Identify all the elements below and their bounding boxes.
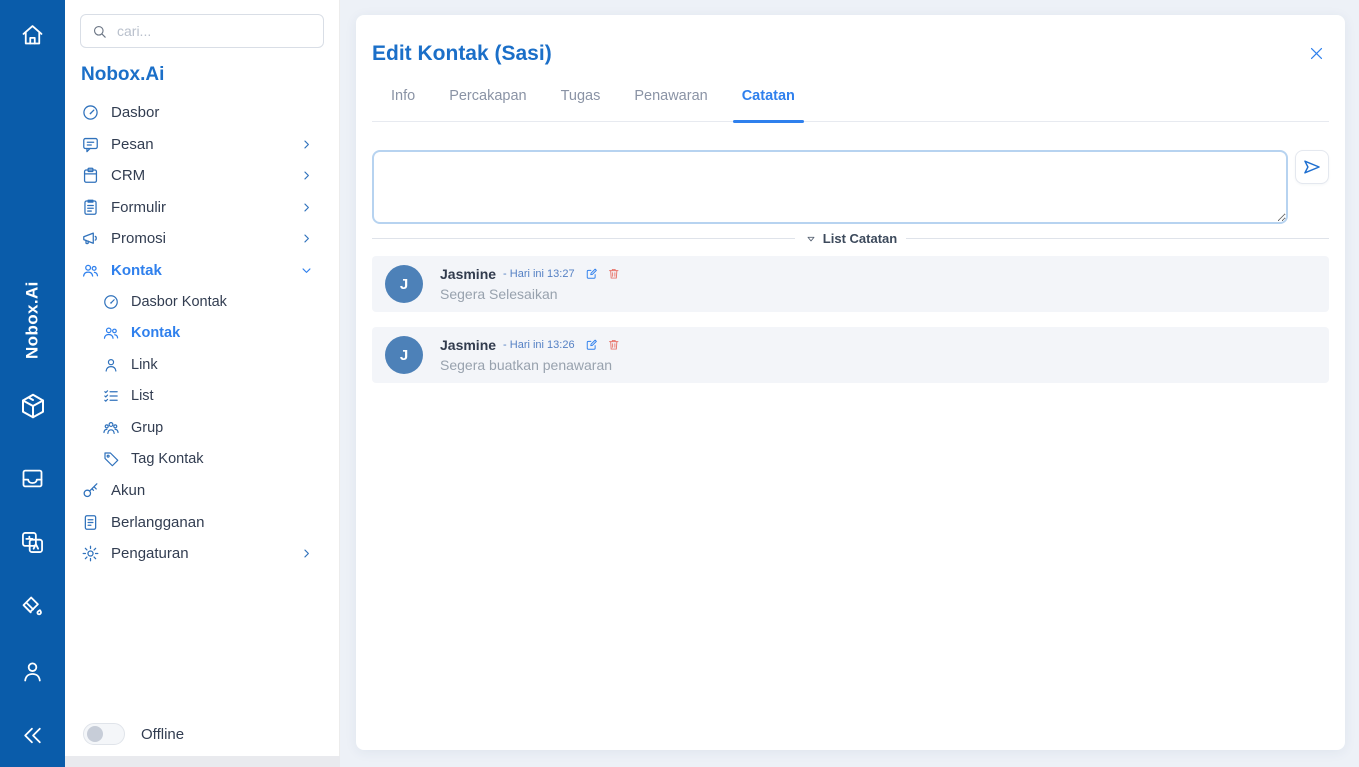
profile-icon[interactable] [0, 658, 65, 685]
tag-icon [102, 450, 120, 468]
notes-list: J Jasmine - Hari ini 13:27 Segera Selesa… [372, 256, 1329, 383]
subscription-icon [81, 513, 100, 532]
sidebar-item-kontak-sub[interactable]: Kontak [65, 318, 339, 350]
home-icon[interactable] [0, 21, 65, 48]
edit-note-icon[interactable] [585, 267, 599, 281]
key-icon [81, 481, 100, 500]
sidebar-item-link[interactable]: Link [65, 349, 339, 381]
note-text: Segera buatkan penawaran [440, 357, 630, 373]
contacts-icon [102, 324, 120, 342]
icon-rail: Nobox.Ai [0, 0, 65, 767]
sidebar-item-akun[interactable]: Akun [65, 475, 339, 507]
chevron-right-icon [299, 231, 325, 246]
edit-contact-panel: Edit Kontak (Sasi) Info Percakapan Tugas… [356, 15, 1345, 750]
search-box [80, 14, 324, 48]
crm-icon [81, 166, 100, 185]
chevron-down-icon [299, 263, 325, 278]
paint-bucket-icon[interactable] [0, 593, 65, 620]
main-area: Edit Kontak (Sasi) Info Percakapan Tugas… [340, 0, 1359, 767]
tab-bar: Info Percakapan Tugas Penawaran Catatan [372, 88, 1329, 122]
megaphone-icon [81, 229, 100, 248]
delete-note-icon[interactable] [607, 267, 621, 281]
page-title: Edit Kontak (Sasi) [372, 42, 552, 66]
note-text: Segera Selesaikan [440, 286, 630, 302]
sidebar-item-promosi[interactable]: Promosi [65, 223, 339, 255]
chevron-right-icon [299, 200, 325, 215]
note-timestamp: - Hari ini 13:26 [503, 339, 575, 351]
sidebar-item-pengaturan[interactable]: Pengaturan [65, 538, 339, 570]
message-icon [81, 135, 100, 154]
sidebar-item-formulir[interactable]: Formulir [65, 192, 339, 224]
sidebar-item-dasbor-kontak[interactable]: Dasbor Kontak [65, 286, 339, 318]
rail-logo-text: Nobox.Ai [0, 252, 65, 388]
search-input[interactable] [117, 23, 313, 39]
tab-tugas[interactable]: Tugas [544, 88, 618, 121]
sidebar: Nobox.Ai Dasbor Pesan CRM Formulir Promo… [65, 0, 340, 767]
chevron-right-icon [299, 546, 325, 561]
chevron-right-icon [299, 137, 325, 152]
note-compose-row [372, 150, 1329, 224]
close-icon[interactable] [1304, 41, 1329, 66]
sidebar-item-kontak[interactable]: Kontak [65, 255, 339, 287]
settings-icon [81, 544, 100, 563]
tab-penawaran[interactable]: Penawaran [617, 88, 724, 121]
person-icon [102, 356, 120, 374]
offline-row: Offline [83, 723, 184, 745]
chevron-right-icon [299, 168, 325, 183]
note-item: J Jasmine - Hari ini 13:26 Segera buatka… [372, 327, 1329, 383]
toggle-knob [87, 726, 103, 742]
panel-header: Edit Kontak (Sasi) [372, 41, 1329, 66]
offline-toggle[interactable] [83, 723, 125, 745]
tab-catatan[interactable]: Catatan [725, 88, 812, 121]
note-item: J Jasmine - Hari ini 13:27 Segera Selesa… [372, 256, 1329, 312]
triangle-down-icon [804, 232, 818, 246]
note-input[interactable] [372, 150, 1288, 224]
note-author: Jasmine [440, 337, 496, 353]
translate-icon[interactable] [0, 529, 65, 556]
sidebar-item-berlangganan[interactable]: Berlangganan [65, 507, 339, 539]
tab-percakapan[interactable]: Percakapan [432, 88, 543, 121]
group-icon [102, 419, 120, 437]
tab-info[interactable]: Info [374, 88, 432, 121]
delete-note-icon[interactable] [607, 338, 621, 352]
inbox-icon[interactable] [0, 465, 65, 492]
note-timestamp: - Hari ini 13:27 [503, 268, 575, 280]
dashboard-icon [81, 103, 100, 122]
cube-logo-icon [0, 391, 65, 421]
brand-title: Nobox.Ai [81, 64, 339, 86]
sidebar-item-dasbor[interactable]: Dasbor [65, 97, 339, 129]
sidebar-item-crm[interactable]: CRM [65, 160, 339, 192]
send-note-button[interactable] [1295, 150, 1329, 184]
sidebar-item-list[interactable]: List [65, 381, 339, 413]
contacts-icon [81, 261, 100, 280]
sidebar-menu: Dasbor Pesan CRM Formulir Promosi Kontak [65, 97, 339, 570]
divider-label: List Catatan [823, 231, 897, 246]
sidebar-item-tag-kontak[interactable]: Tag Kontak [65, 444, 339, 476]
collapse-sidebar-icon[interactable] [0, 722, 65, 749]
sidebar-item-pesan[interactable]: Pesan [65, 129, 339, 161]
avatar: J [385, 265, 423, 303]
checklist-icon [102, 387, 120, 405]
avatar: J [385, 336, 423, 374]
horizontal-scrollbar[interactable] [65, 756, 340, 767]
sidebar-item-grup[interactable]: Grup [65, 412, 339, 444]
send-icon [1302, 157, 1322, 177]
form-icon [81, 198, 100, 217]
note-author: Jasmine [440, 266, 496, 282]
dashboard-icon [102, 293, 120, 311]
offline-label: Offline [141, 726, 184, 743]
search-icon [91, 23, 108, 40]
list-catatan-divider: List Catatan [372, 231, 1329, 246]
edit-note-icon[interactable] [585, 338, 599, 352]
